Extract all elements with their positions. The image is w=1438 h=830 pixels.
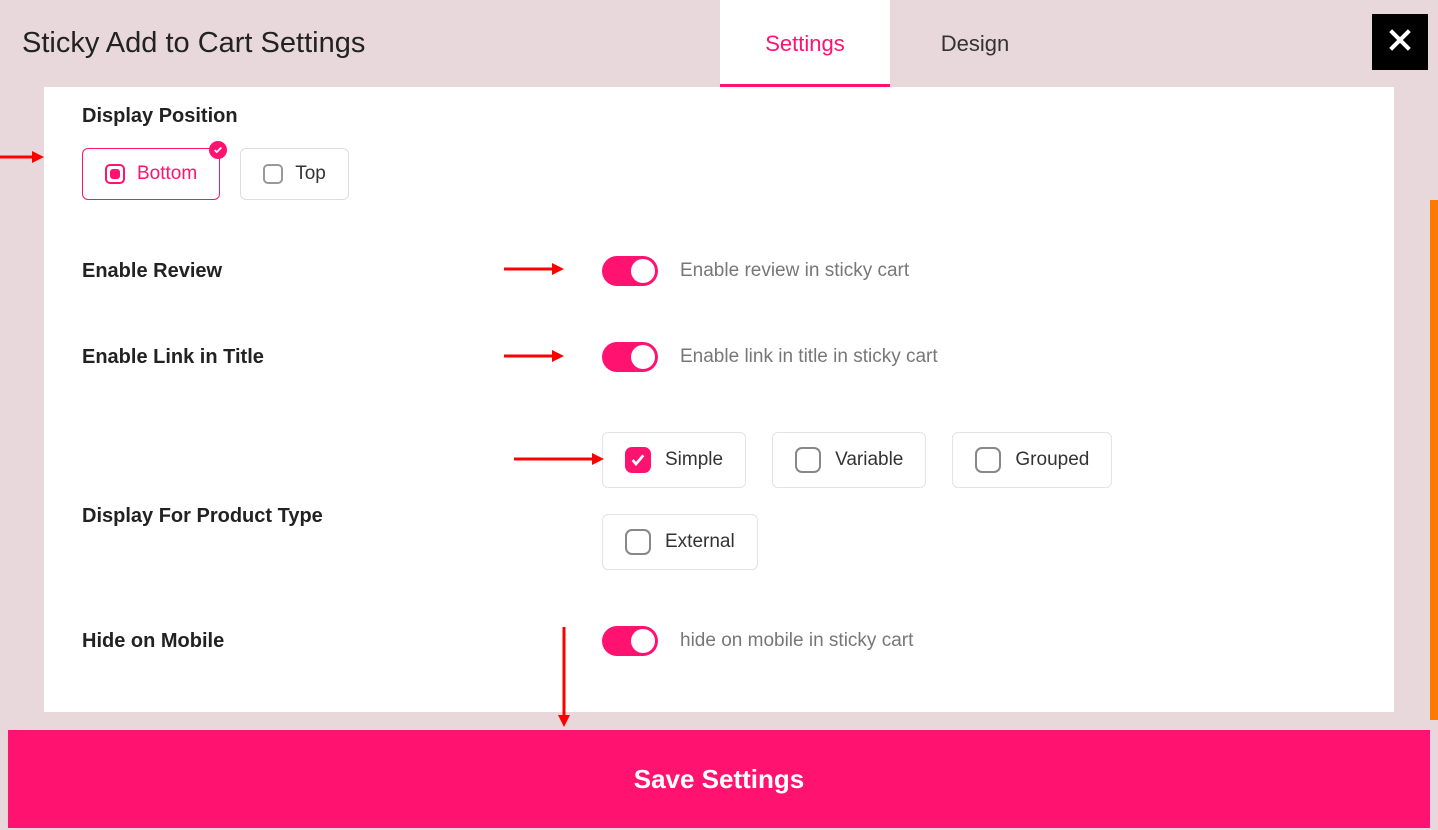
product-type-variable[interactable]: Variable [772, 432, 926, 488]
tab-design[interactable]: Design [890, 0, 1060, 87]
enable-link-title-row: Enable Link in Title Enable link in titl… [82, 286, 1356, 372]
hide-mobile-label: Hide on Mobile [82, 630, 602, 653]
checkbox-icon [263, 164, 283, 184]
enable-review-label: Enable Review [82, 260, 602, 283]
toggle-knob-icon [631, 259, 655, 283]
option-label: Simple [665, 449, 723, 471]
enable-link-title-toggle[interactable] [602, 342, 658, 372]
display-position-label: Display Position [82, 105, 1356, 128]
option-label: Grouped [1015, 449, 1089, 471]
page-title: Sticky Add to Cart Settings [0, 0, 720, 87]
tab-label: Design [941, 31, 1009, 57]
option-label: Variable [835, 449, 903, 471]
enable-review-toggle[interactable] [602, 256, 658, 286]
toggle-knob-icon [631, 629, 655, 653]
checkbox-icon [795, 447, 821, 473]
settings-header: Sticky Add to Cart Settings Settings Des… [0, 0, 1438, 87]
position-option-top[interactable]: Top [240, 148, 349, 200]
enable-link-title-description: Enable link in title in sticky cart [680, 346, 938, 368]
save-button-label: Save Settings [634, 764, 805, 795]
checkbox-icon [105, 164, 125, 184]
tab-settings[interactable]: Settings [720, 0, 890, 87]
option-label: Bottom [137, 163, 197, 185]
hide-mobile-toggle[interactable] [602, 626, 658, 656]
tab-label: Settings [765, 31, 845, 57]
product-type-external[interactable]: External [602, 514, 758, 570]
enable-review-row: Enable Review Enable review in sticky ca… [82, 200, 1356, 286]
save-settings-button[interactable]: Save Settings [8, 730, 1430, 828]
option-label: Top [295, 163, 326, 185]
hide-mobile-description: hide on mobile in sticky cart [680, 630, 913, 652]
product-type-simple[interactable]: Simple [602, 432, 746, 488]
display-position-section: Display Position Bottom Top [82, 87, 1356, 200]
close-icon [1386, 26, 1414, 59]
enable-link-title-label: Enable Link in Title [82, 346, 602, 369]
enable-review-description: Enable review in sticky cart [680, 260, 909, 282]
hide-mobile-row: Hide on Mobile hide on mobile in sticky … [82, 570, 1356, 656]
close-button[interactable] [1372, 14, 1428, 70]
checkbox-icon [625, 529, 651, 555]
product-type-label: Display For Product Type [82, 475, 602, 528]
display-position-options: Bottom Top [82, 148, 1356, 200]
product-type-row: Display For Product Type Simple Variable… [82, 372, 1356, 570]
checkbox-icon [625, 447, 651, 473]
option-label: External [665, 531, 735, 553]
scrollbar[interactable] [1430, 200, 1438, 720]
product-type-options: Simple Variable Grouped External [602, 432, 1202, 570]
toggle-knob-icon [631, 345, 655, 369]
settings-content: Display Position Bottom Top Enable Revie… [44, 87, 1394, 712]
check-badge-icon [209, 141, 227, 159]
product-type-grouped[interactable]: Grouped [952, 432, 1112, 488]
position-option-bottom[interactable]: Bottom [82, 148, 220, 200]
tabs: Settings Design [720, 0, 1060, 87]
arrow-annotation-icon [0, 147, 44, 167]
checkbox-icon [975, 447, 1001, 473]
